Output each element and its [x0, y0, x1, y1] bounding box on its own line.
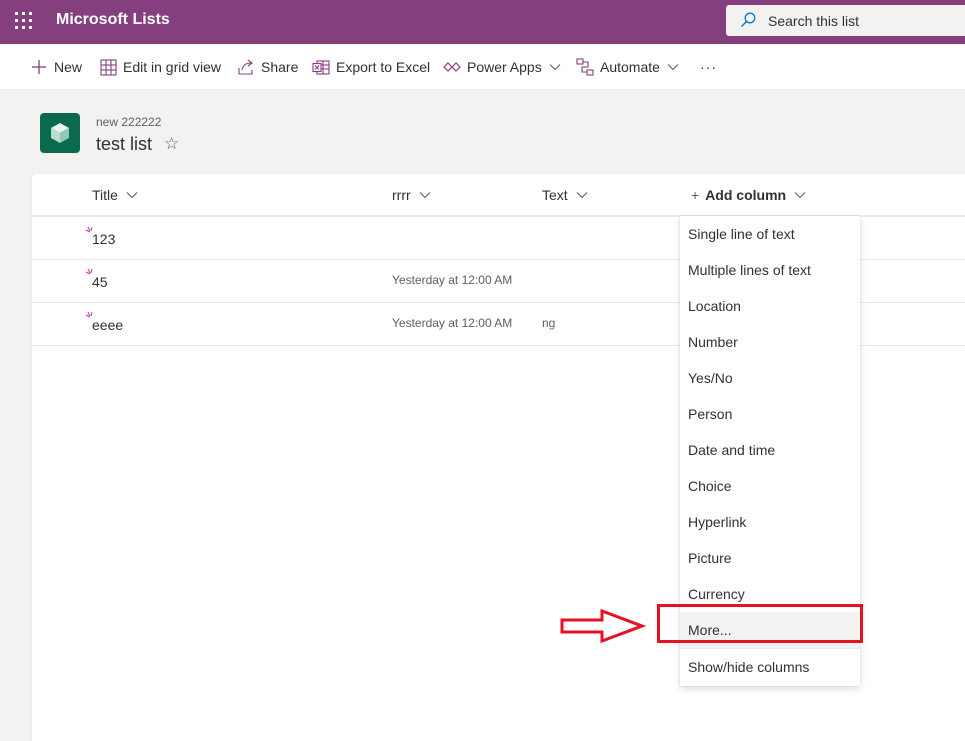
- grid-icon: [99, 58, 117, 76]
- menu-item-choice[interactable]: Choice: [680, 468, 860, 504]
- waffle-icon[interactable]: [15, 12, 33, 30]
- chevron-down-icon: [667, 63, 679, 71]
- share-label: Share: [261, 59, 299, 75]
- cell-text: ng: [542, 316, 556, 330]
- column-header-label: Title: [92, 187, 118, 203]
- edit-grid-button[interactable]: Edit in grid view: [99, 44, 221, 90]
- menu-item-location[interactable]: Location: [680, 288, 860, 324]
- menu-item-number[interactable]: Number: [680, 324, 860, 360]
- cell-rrrr: Yesterday at 12:00 AM: [392, 273, 513, 287]
- list-icon: [40, 113, 80, 153]
- column-header-rrrr[interactable]: rrrr: [392, 174, 431, 216]
- chevron-down-icon: [576, 191, 588, 199]
- chevron-down-icon: [549, 63, 561, 71]
- cell-title[interactable]: eeee: [92, 317, 123, 333]
- power-apps-button[interactable]: Power Apps: [443, 44, 561, 90]
- export-excel-button[interactable]: Export to Excel: [312, 44, 430, 90]
- arrow-right-icon: [560, 608, 646, 644]
- page-title: test list: [96, 134, 153, 154]
- cell-title[interactable]: 45: [92, 274, 108, 290]
- edit-grid-label: Edit in grid view: [123, 59, 222, 75]
- automate-label: Automate: [600, 59, 660, 75]
- automate-button[interactable]: Automate: [576, 44, 679, 90]
- excel-icon: [312, 58, 330, 76]
- cell-rrrr: Yesterday at 12:00 AM: [392, 316, 513, 330]
- power-apps-icon: [443, 58, 461, 76]
- plus-icon: [30, 58, 48, 76]
- chevron-down-icon: [126, 191, 138, 199]
- chevron-down-icon: [794, 191, 806, 199]
- command-bar: New Edit in grid view Share Export to Ex…: [0, 44, 965, 90]
- breadcrumb[interactable]: new 222222: [96, 115, 161, 129]
- star-icon[interactable]: ☆: [164, 134, 179, 154]
- power-apps-label: Power Apps: [467, 59, 542, 75]
- menu-item-multiple-lines-text[interactable]: Multiple lines of text: [680, 252, 860, 288]
- suite-header: Microsoft Lists: [0, 0, 965, 44]
- menu-item-picture[interactable]: Picture: [680, 540, 860, 576]
- app-name[interactable]: Microsoft Lists: [56, 11, 170, 29]
- column-header-label: rrrr: [392, 187, 411, 203]
- new-label: New: [54, 59, 83, 75]
- automate-icon: [576, 58, 594, 76]
- column-header-label: Text: [542, 187, 568, 203]
- highlight-box: [657, 604, 863, 643]
- menu-item-single-line-text[interactable]: Single line of text: [680, 216, 860, 252]
- cell-title[interactable]: 123: [92, 231, 115, 247]
- menu-item-date-time[interactable]: Date and time: [680, 432, 860, 468]
- search-icon: [741, 12, 756, 27]
- column-header-title[interactable]: Title: [92, 174, 138, 216]
- chevron-down-icon: [419, 191, 431, 199]
- search-input[interactable]: [768, 5, 965, 36]
- share-button[interactable]: Share: [237, 44, 298, 90]
- search-box[interactable]: [726, 5, 965, 36]
- add-column-button[interactable]: + Add column: [691, 174, 806, 216]
- share-icon: [237, 58, 255, 76]
- menu-item-person[interactable]: Person: [680, 396, 860, 432]
- more-commands-button[interactable]: ···: [700, 44, 717, 90]
- menu-item-hyperlink[interactable]: Hyperlink: [680, 504, 860, 540]
- plus-icon: +: [691, 187, 700, 203]
- new-button[interactable]: New: [30, 44, 82, 90]
- menu-item-show-hide-columns[interactable]: Show/hide columns: [680, 649, 860, 685]
- column-header-text[interactable]: Text: [542, 174, 588, 216]
- export-label: Export to Excel: [336, 59, 431, 75]
- menu-item-yes-no[interactable]: Yes/No: [680, 360, 860, 396]
- add-column-label: Add column: [705, 187, 787, 203]
